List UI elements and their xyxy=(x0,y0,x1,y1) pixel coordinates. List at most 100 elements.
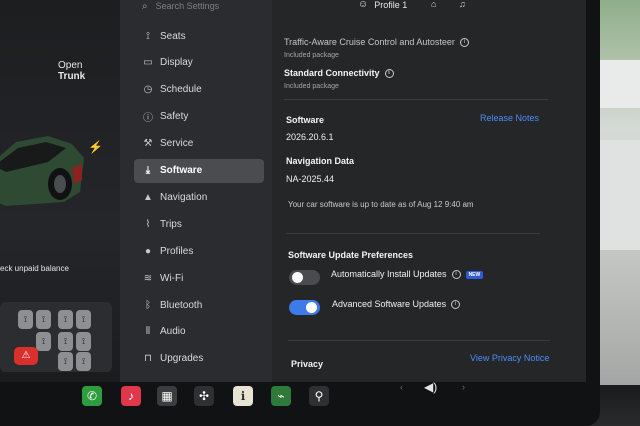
unpaid-balance-notice[interactable]: eck unpaid balance xyxy=(0,264,69,273)
sidebar-item-label: Service xyxy=(160,138,194,150)
seat-icon[interactable]: ⟟ xyxy=(18,310,33,329)
garage-icon[interactable]: ⌂ xyxy=(431,0,436,9)
autosteer-line: Traffic-Aware Cruise Control and Autoste… xyxy=(284,37,469,48)
info-icon[interactable]: i xyxy=(384,69,394,79)
sidebar-item-label: Display xyxy=(160,57,193,69)
advanced-updates-label: Advanced Software Updates xyxy=(332,299,447,309)
auto-install-toggle[interactable] xyxy=(289,270,320,285)
connectivity-row: Standard Connectivity i xyxy=(284,68,394,79)
seat-heater-panel: ⟟ ⟟ ⟟ ⟟ ⟟ ⟟ ⟟ ⟟ ⟟ ⚠ xyxy=(0,302,112,372)
seat-icon[interactable]: ⟟ xyxy=(76,332,91,351)
sidebar-item-profiles[interactable]: ● Profiles xyxy=(134,239,264,263)
autosteer-sub: Included package xyxy=(284,52,339,59)
sidebar-item-wi-fi[interactable]: ≋ Wi-Fi xyxy=(134,266,264,290)
navigation-data-heading: Navigation Data xyxy=(286,156,355,166)
charge-port-icon[interactable]: ⚡ xyxy=(88,140,103,154)
audio-icon: ⫴ xyxy=(145,326,151,338)
auto-install-label: Automatically Install Updates xyxy=(331,269,447,279)
bag-icon: ⊓ xyxy=(144,353,152,365)
profile-icon: ☺ xyxy=(358,0,369,10)
sidebar-item-label: Navigation xyxy=(160,191,208,203)
seat-icon[interactable]: ⟟ xyxy=(36,332,51,351)
info-icon[interactable]: i xyxy=(459,38,469,48)
navigation-data-version: NA-2025.44 xyxy=(286,174,335,184)
profile-label: Profile 1 xyxy=(374,0,408,10)
trips-icon: ⌇ xyxy=(145,218,151,230)
sidebar-item-label: Upgrades xyxy=(160,353,204,365)
advanced-updates-toggle[interactable] xyxy=(289,300,320,315)
sidebar-item-label: Safety xyxy=(160,111,189,123)
joystick-icon[interactable]: ⚲ xyxy=(309,386,329,406)
toggle-knob xyxy=(292,272,303,283)
release-notes-link[interactable]: Release Notes xyxy=(480,113,539,123)
software-heading: Software xyxy=(286,115,325,125)
phone-icon[interactable]: ✆ xyxy=(82,386,102,406)
info-icon[interactable]: i xyxy=(451,270,461,280)
wifi-icon: ≋ xyxy=(143,272,153,284)
sidebar-item-label: Trips xyxy=(160,218,182,230)
update-status-text: Your car software is up to date as of Au… xyxy=(288,200,474,209)
volume-icon[interactable]: ◀) xyxy=(424,380,437,394)
new-badge: NEW xyxy=(465,270,484,279)
manual-icon[interactable]: ℹ xyxy=(233,386,253,406)
music-icon[interactable]: ♪ xyxy=(121,386,141,406)
sidebar-item-bluetooth[interactable]: ᛒ Bluetooth xyxy=(134,293,264,317)
car-visualization-panel: Open Trunk ⚡ eck unpaid balance ⟟ ⟟ ⟟ ⟟ … xyxy=(0,0,120,382)
sidebar-item-schedule[interactable]: ◷ Schedule xyxy=(134,78,264,102)
seat-icon[interactable]: ⟟ xyxy=(58,310,73,329)
brake-hold-icon[interactable]: ⚠ xyxy=(14,347,38,365)
navigation-icon: ▲ xyxy=(143,191,153,203)
section-divider xyxy=(286,233,540,234)
sidebar-item-safety[interactable]: ⓘ Safety xyxy=(134,105,264,129)
open-trunk-button[interactable]: Open Trunk xyxy=(58,60,85,82)
sidebar-item-software[interactable]: ⤓ Software xyxy=(134,158,264,183)
seat-icon[interactable]: ⟟ xyxy=(58,352,73,371)
connectivity-label: Standard Connectivity xyxy=(284,68,380,78)
seat-icon[interactable]: ⟟ xyxy=(36,310,51,329)
safety-icon: ⓘ xyxy=(143,113,153,125)
wrench-icon: ⚒ xyxy=(143,138,153,150)
search-input[interactable]: Search Settings xyxy=(156,1,220,11)
clock-icon: ◷ xyxy=(143,84,153,96)
software-version: 2026.20.6.1 xyxy=(286,132,334,142)
open-trunk-label-line1: Open xyxy=(58,60,83,71)
apps-icon[interactable]: ▦ xyxy=(157,386,177,406)
update-preferences-heading: Software Update Preferences xyxy=(288,250,414,260)
auto-install-row: Automatically Install Updates i NEW xyxy=(331,269,484,280)
search-icon: ⌕ xyxy=(142,0,148,12)
sidebar-item-audio[interactable]: ⫴ Audio xyxy=(134,320,264,344)
energy-icon[interactable]: ⌁ xyxy=(271,386,291,406)
fan-icon[interactable]: ✣ xyxy=(194,386,214,406)
touchscreen: Open Trunk ⚡ eck unpaid balance ⟟ ⟟ ⟟ ⟟ … xyxy=(0,0,586,382)
sidebar-item-label: Schedule xyxy=(160,84,202,96)
sidebar-item-label: Seats xyxy=(160,30,186,42)
sidebar-item-navigation[interactable]: ▲ Navigation xyxy=(134,185,264,209)
sidebar-item-label: Software xyxy=(160,165,203,176)
open-trunk-label-line2: Trunk xyxy=(58,71,86,82)
advanced-updates-row: Advanced Software Updates i xyxy=(332,299,461,310)
view-privacy-notice-link[interactable]: View Privacy Notice xyxy=(470,353,549,363)
bluetooth-icon: ᛒ xyxy=(145,299,151,311)
sidebar-item-upgrades[interactable]: ⊓ Upgrades xyxy=(134,347,264,371)
bell-icon[interactable]: ♫ xyxy=(459,0,466,9)
sidebar-item-trips[interactable]: ⌇ Trips xyxy=(134,212,264,236)
sidebar-item-label: Audio xyxy=(160,326,186,338)
profile-selector[interactable]: ☺ Profile 1 xyxy=(358,0,407,10)
seat-icon: ⟟ xyxy=(146,30,150,42)
sidebar-item-display[interactable]: ▭ Display xyxy=(134,51,264,75)
sidebar-item-seats[interactable]: ⟟ Seats xyxy=(134,24,264,48)
info-icon[interactable]: i xyxy=(451,300,461,310)
settings-sidebar: ⌕ Search Settings ⟟ Seats ▭ Display ◷ Schedul… xyxy=(120,0,272,382)
section-divider xyxy=(288,340,550,341)
seat-icon[interactable]: ⟟ xyxy=(76,310,91,329)
top-status-bar: ☺ Profile 1 ⌂ ♫ xyxy=(272,0,586,14)
chevron-left-icon[interactable]: ‹ xyxy=(400,382,403,392)
sidebar-item-service[interactable]: ⚒ Service xyxy=(134,132,264,156)
sidebar-item-label: Bluetooth xyxy=(160,299,203,311)
display-icon: ▭ xyxy=(143,57,153,69)
section-divider xyxy=(284,99,548,100)
seat-icon[interactable]: ⟟ xyxy=(76,352,91,371)
chevron-right-icon[interactable]: › xyxy=(462,382,465,392)
seat-icon[interactable]: ⟟ xyxy=(58,332,73,351)
search-settings[interactable]: ⌕ Search Settings xyxy=(142,0,219,12)
